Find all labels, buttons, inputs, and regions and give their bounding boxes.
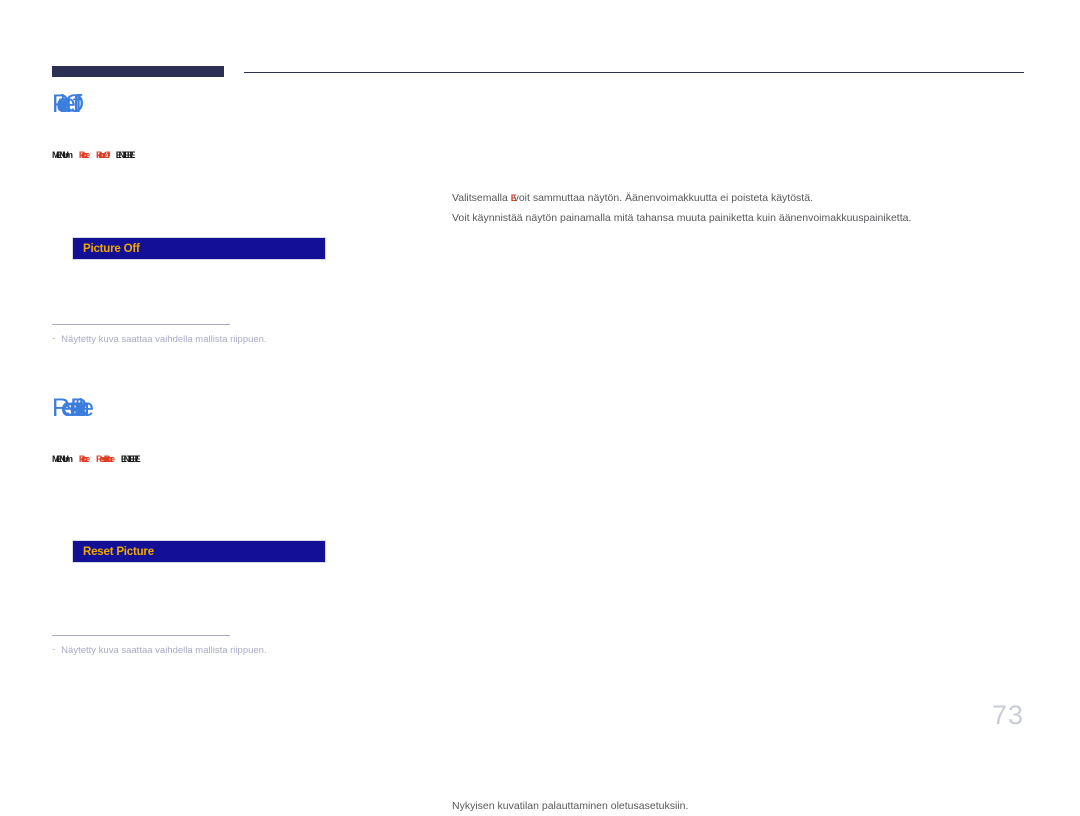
breadcrumb-path-1: Picture — [78, 454, 90, 464]
page-number: 73 — [991, 700, 1024, 730]
footnote-divider — [52, 635, 230, 636]
breadcrumb-enter-key: ENTER E — [120, 454, 141, 464]
breadcrumb-enter-key: ENTER E — [115, 150, 136, 160]
body-text-reset-picture: Nykyisen kuvatilan palauttaminen oletusa… — [452, 796, 1012, 816]
section-heading-picture-off: Picture Off — [52, 90, 79, 118]
breadcrumb-path-2: Reset Picture — [95, 454, 115, 464]
body-line-after: voit sammuttaa näytön. Äänenvoimakkuutta… — [513, 192, 813, 204]
menu-banner-reset-picture: Reset Picture — [72, 540, 326, 563]
body-line: Voit käynnistää näytön painamalla mitä t… — [452, 212, 912, 224]
header-rule — [52, 66, 1024, 78]
footnote-row: - Näytetty kuva saattaa vaihdella mallis… — [52, 334, 267, 345]
breadcrumb-menu-key: MENU m — [52, 150, 73, 160]
footnote-reset-picture: - Näytetty kuva saattaa vaihdella mallis… — [52, 635, 267, 656]
menu-banner-label: Picture Off — [83, 242, 140, 255]
footnote-picture-off: - Näytetty kuva saattaa vaihdella mallis… — [52, 324, 267, 345]
footnote-divider — [52, 324, 230, 325]
breadcrumb-picture-off: MENU m Picture Picture Off ENTER E — [52, 150, 136, 160]
footnote-text: Näytetty kuva saattaa vaihdella mallista… — [61, 645, 267, 656]
breadcrumb-path-2: Picture Off — [95, 150, 110, 160]
footnote-row: - Näytetty kuva saattaa vaihdella mallis… — [52, 645, 267, 656]
footnote-text: Näytetty kuva saattaa vaihdella mallista… — [61, 334, 267, 345]
menu-banner-picture-off: Picture Off — [72, 237, 326, 260]
breadcrumb-reset-picture: MENU m Picture Reset Picture ENTER E — [52, 454, 141, 464]
body-line: Valitsemalla Evoit sammuttaa näytön. Ään… — [452, 188, 1012, 208]
header-accent-bar — [52, 66, 224, 77]
breadcrumb-path-1: Picture — [78, 150, 90, 160]
body-line: Nykyisen kuvatilan palauttaminen oletusa… — [452, 800, 689, 812]
body-text-picture-off: Valitsemalla Evoit sammuttaa näytön. Ään… — [452, 188, 1012, 228]
breadcrumb-menu-key: MENU m — [52, 454, 73, 464]
body-line-before: Valitsemalla — [452, 192, 511, 204]
manual-page: Picture Off MENU m Picture Picture Off E… — [0, 0, 1080, 812]
section-heading-reset-picture: Reset Picture — [52, 394, 94, 422]
footnote-bullet: - — [52, 333, 56, 344]
footnote-bullet: - — [52, 644, 56, 655]
header-divider-line — [244, 72, 1024, 73]
menu-banner-label: Reset Picture — [83, 545, 154, 558]
